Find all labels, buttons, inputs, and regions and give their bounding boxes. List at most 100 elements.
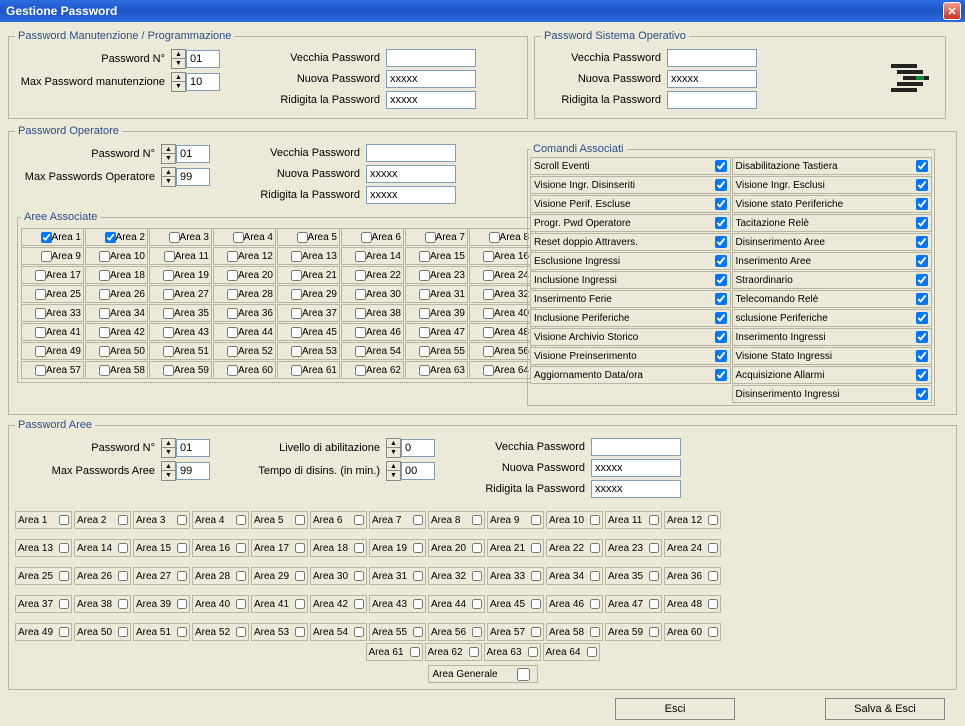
cmd-checkbox[interactable] [715, 350, 727, 362]
area-pwd-checkbox-32[interactable] [472, 571, 482, 581]
area-assoc-checkbox-11[interactable] [164, 251, 175, 262]
area-assoc-checkbox-53[interactable] [291, 346, 302, 357]
area-pwd-checkbox-54[interactable] [354, 627, 364, 637]
aree-max-up[interactable]: ▲ [162, 462, 175, 471]
cmd-checkbox[interactable] [715, 160, 727, 172]
cmd-checkbox[interactable] [715, 179, 727, 191]
area-pwd-cell-19[interactable]: Area 19 [369, 539, 426, 557]
area-pwd-checkbox-45[interactable] [531, 599, 541, 609]
area-assoc-cell-30[interactable]: Area 30 [341, 285, 404, 303]
area-pwd-cell-3[interactable]: Area 3 [133, 511, 190, 529]
manut-pwnum-up[interactable]: ▲ [172, 50, 185, 59]
area-pwd-cell-42[interactable]: Area 42 [310, 595, 367, 613]
area-pwd-cell-4[interactable]: Area 4 [192, 511, 249, 529]
area-assoc-checkbox-4[interactable] [233, 232, 244, 243]
area-pwd-cell-50[interactable]: Area 50 [74, 623, 131, 641]
area-pwd-checkbox-58[interactable] [590, 627, 600, 637]
area-pwd-checkbox-10[interactable] [590, 515, 600, 525]
cmd-cell[interactable]: sclusione Periferiche [732, 309, 933, 327]
cmd-cell[interactable]: Visione Ingr. Disinseriti [530, 176, 731, 194]
area-assoc-cell-59[interactable]: Area 59 [149, 361, 212, 379]
sisop-ridigita-input[interactable] [667, 91, 757, 109]
area-pwd-cell-6[interactable]: Area 6 [310, 511, 367, 529]
cmd-cell[interactable]: Inserimento Aree [732, 252, 933, 270]
area-assoc-cell-27[interactable]: Area 27 [149, 285, 212, 303]
area-pwd-cell-2[interactable]: Area 2 [74, 511, 131, 529]
area-pwd-cell-45[interactable]: Area 45 [487, 595, 544, 613]
cmd-checkbox[interactable] [916, 255, 928, 267]
area-pwd-cell-44[interactable]: Area 44 [428, 595, 485, 613]
area-assoc-cell-58[interactable]: Area 58 [85, 361, 148, 379]
area-assoc-checkbox-41[interactable] [35, 327, 46, 338]
area-pwd-checkbox-49[interactable] [59, 627, 69, 637]
area-assoc-cell-11[interactable]: Area 11 [149, 247, 212, 265]
area-pwd-checkbox-62[interactable] [469, 647, 479, 657]
area-assoc-checkbox-25[interactable] [35, 289, 46, 300]
area-pwd-checkbox-29[interactable] [295, 571, 305, 581]
area-pwd-cell-36[interactable]: Area 36 [664, 567, 721, 585]
area-assoc-checkbox-64[interactable] [483, 365, 494, 376]
area-pwd-cell-21[interactable]: Area 21 [487, 539, 544, 557]
area-assoc-cell-54[interactable]: Area 54 [341, 342, 404, 360]
area-assoc-checkbox-55[interactable] [419, 346, 430, 357]
area-pwd-cell-25[interactable]: Area 25 [15, 567, 72, 585]
op-pwnum-input[interactable] [176, 145, 210, 163]
cmd-cell[interactable]: Scroll Eventi [530, 157, 731, 175]
esci-button[interactable]: Esci [615, 698, 735, 720]
area-pwd-cell-9[interactable]: Area 9 [487, 511, 544, 529]
op-max-input[interactable] [176, 168, 210, 186]
cmd-checkbox[interactable] [715, 274, 727, 286]
area-pwd-checkbox-57[interactable] [531, 627, 541, 637]
cmd-cell[interactable]: Inclusione Periferiche [530, 309, 731, 327]
area-assoc-checkbox-59[interactable] [163, 365, 174, 376]
area-pwd-cell-29[interactable]: Area 29 [251, 567, 308, 585]
cmd-checkbox[interactable] [916, 312, 928, 324]
cmd-cell[interactable]: Inserimento Ingressi [732, 328, 933, 346]
area-assoc-cell-16[interactable]: Area 16 [469, 247, 532, 265]
area-assoc-checkbox-44[interactable] [227, 327, 238, 338]
area-pwd-checkbox-17[interactable] [295, 543, 305, 553]
aree-livello-up[interactable]: ▲ [387, 439, 400, 448]
area-assoc-cell-55[interactable]: Area 55 [405, 342, 468, 360]
area-assoc-cell-12[interactable]: Area 12 [213, 247, 276, 265]
area-assoc-cell-7[interactable]: Area 7 [405, 228, 468, 246]
area-assoc-checkbox-52[interactable] [227, 346, 238, 357]
area-assoc-checkbox-12[interactable] [227, 251, 238, 262]
area-assoc-checkbox-26[interactable] [99, 289, 110, 300]
area-pwd-checkbox-28[interactable] [236, 571, 246, 581]
area-pwd-checkbox-64[interactable] [587, 647, 597, 657]
area-pwd-cell-8[interactable]: Area 8 [428, 511, 485, 529]
area-pwd-cell-28[interactable]: Area 28 [192, 567, 249, 585]
area-assoc-cell-9[interactable]: Area 9 [21, 247, 84, 265]
area-assoc-cell-52[interactable]: Area 52 [213, 342, 276, 360]
area-pwd-cell-62[interactable]: Area 62 [425, 643, 482, 661]
area-assoc-cell-38[interactable]: Area 38 [341, 304, 404, 322]
area-assoc-cell-1[interactable]: Area 1 [21, 228, 84, 246]
area-assoc-checkbox-27[interactable] [163, 289, 174, 300]
area-assoc-cell-46[interactable]: Area 46 [341, 323, 404, 341]
area-pwd-cell-12[interactable]: Area 12 [664, 511, 721, 529]
area-pwd-cell-54[interactable]: Area 54 [310, 623, 367, 641]
aree-ridigita-input[interactable] [591, 480, 681, 498]
area-pwd-cell-49[interactable]: Area 49 [15, 623, 72, 641]
cmd-cell[interactable]: Esclusione Ingressi [530, 252, 731, 270]
area-assoc-checkbox-47[interactable] [419, 327, 430, 338]
area-pwd-cell-20[interactable]: Area 20 [428, 539, 485, 557]
area-assoc-checkbox-8[interactable] [489, 232, 500, 243]
area-assoc-cell-44[interactable]: Area 44 [213, 323, 276, 341]
area-assoc-cell-49[interactable]: Area 49 [21, 342, 84, 360]
area-assoc-cell-19[interactable]: Area 19 [149, 266, 212, 284]
area-pwd-cell-17[interactable]: Area 17 [251, 539, 308, 557]
area-assoc-cell-45[interactable]: Area 45 [277, 323, 340, 341]
area-assoc-checkbox-32[interactable] [483, 289, 494, 300]
cmd-checkbox[interactable] [715, 331, 727, 343]
aree-pwnum-up[interactable]: ▲ [162, 439, 175, 448]
cmd-checkbox[interactable] [715, 369, 727, 381]
area-assoc-checkbox-56[interactable] [483, 346, 494, 357]
sisop-nuova-input[interactable] [667, 70, 757, 88]
cmd-checkbox[interactable] [916, 388, 928, 400]
area-pwd-cell-13[interactable]: Area 13 [15, 539, 72, 557]
area-pwd-cell-43[interactable]: Area 43 [369, 595, 426, 613]
area-assoc-cell-51[interactable]: Area 51 [149, 342, 212, 360]
cmd-checkbox[interactable] [715, 293, 727, 305]
